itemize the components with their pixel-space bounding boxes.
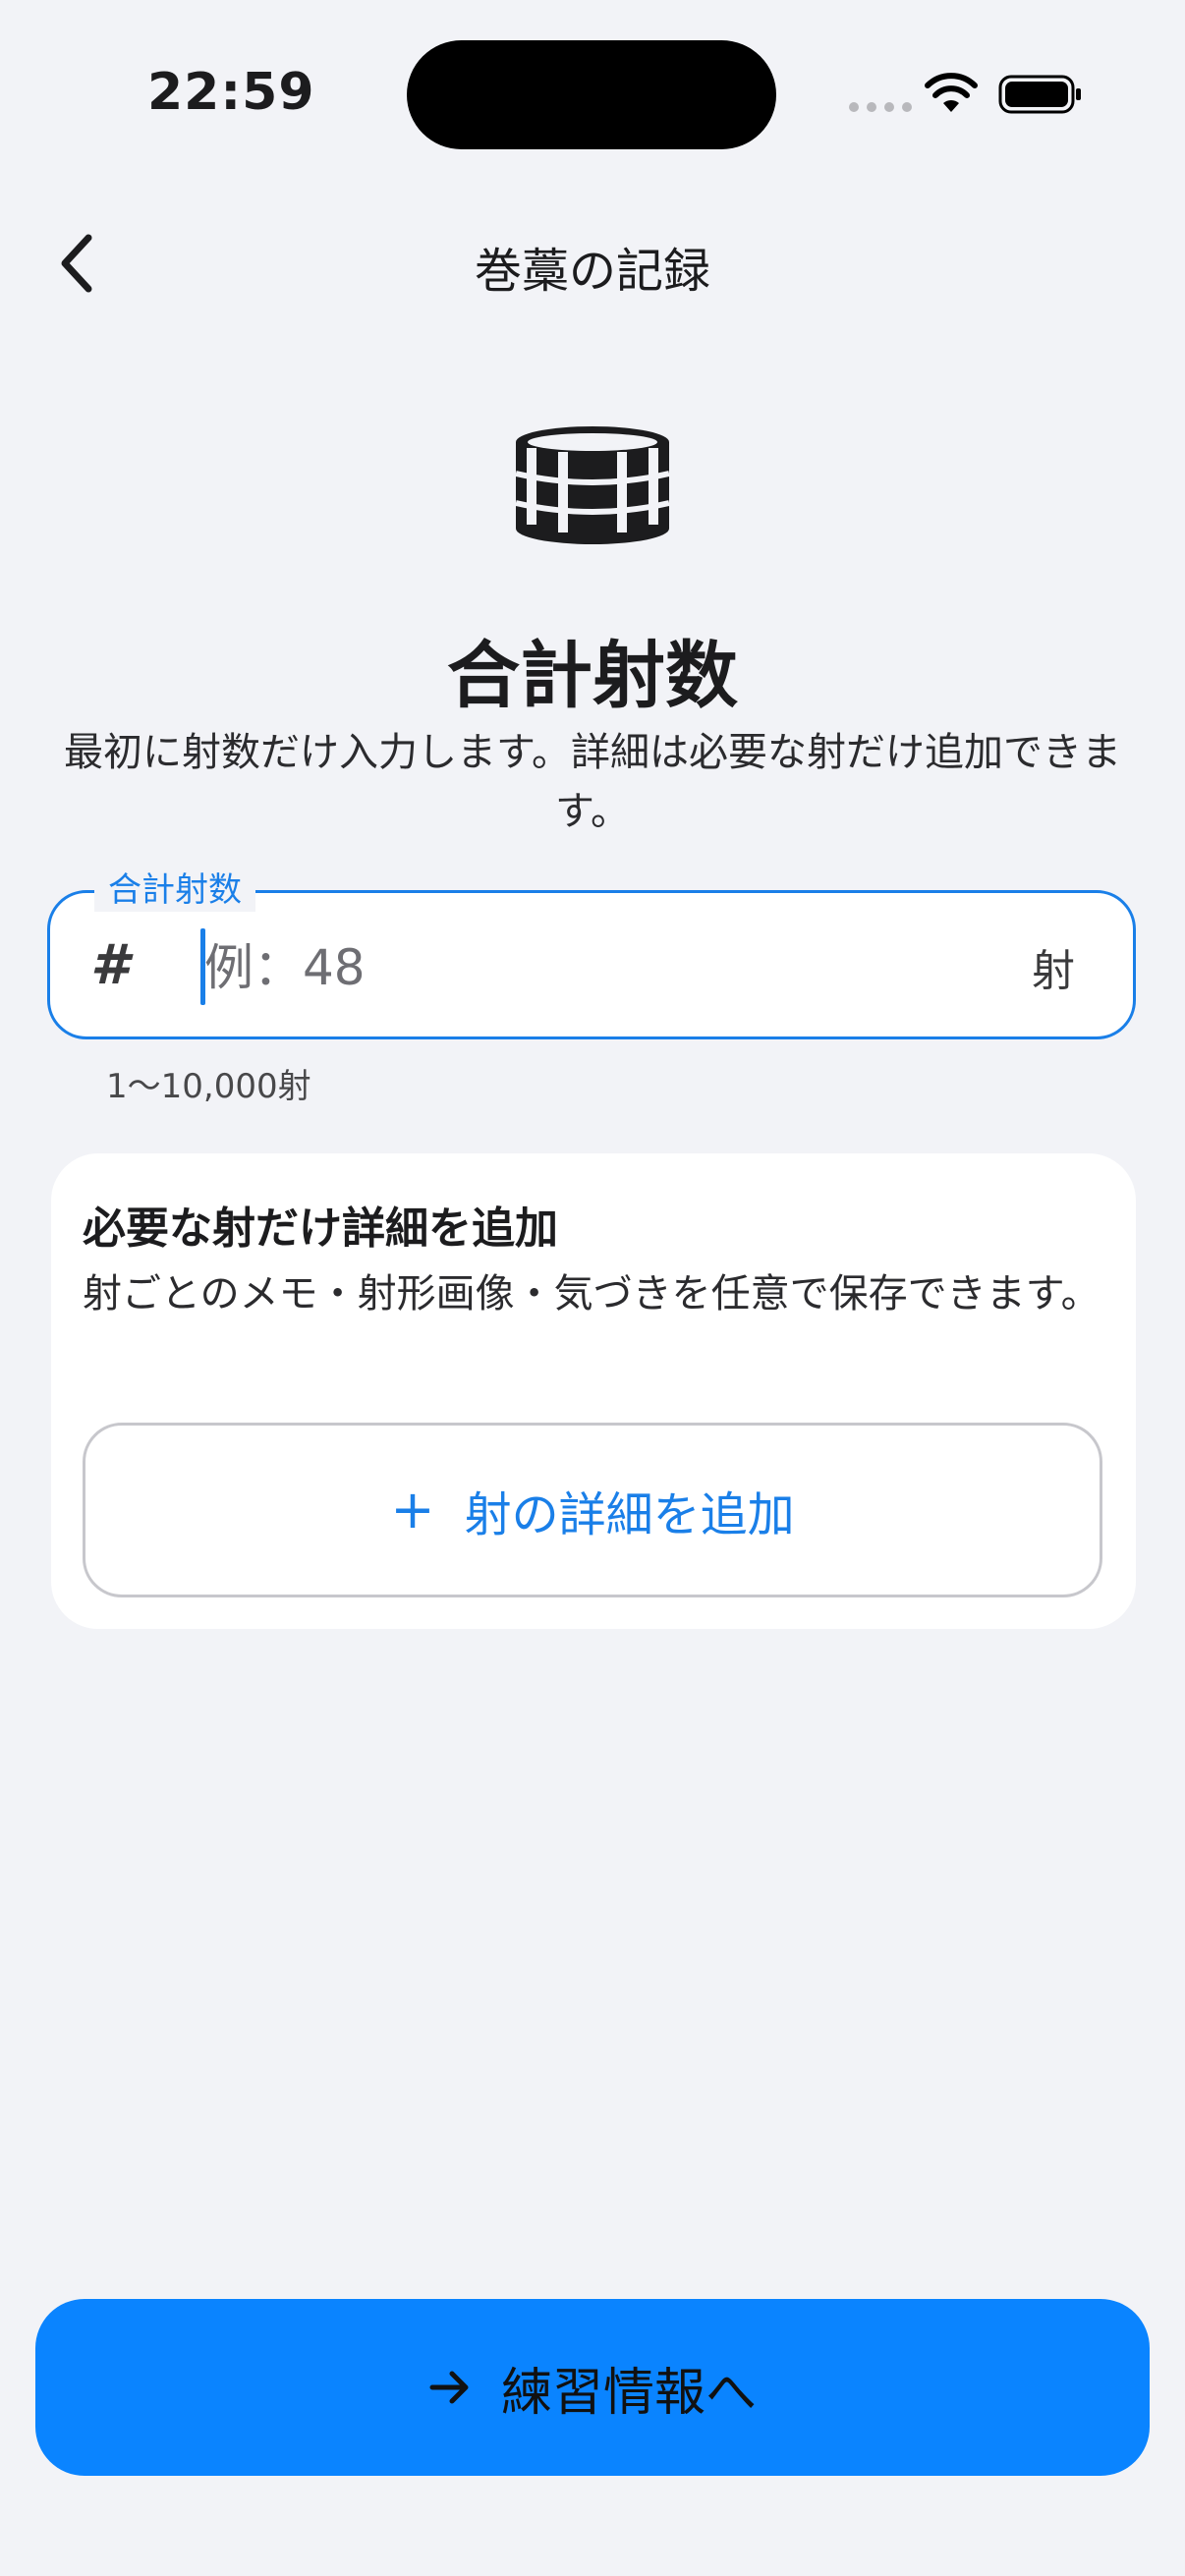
section-description: 最初に射数だけ入力します。詳細は必要な射だけ追加できます。 [64, 730, 1121, 834]
range-hint: 1〜10,000射 [106, 1067, 311, 1106]
page-title: 巻藁の記録 [474, 244, 710, 299]
makiwara-drum-icon [515, 426, 670, 544]
dynamic-island [407, 40, 776, 149]
wifi-icon [925, 73, 978, 112]
detail-card-description: 射ごとのメモ・射形画像・気づきを任意で保存できます。 [83, 1271, 1100, 1316]
plus-icon: + [390, 1479, 435, 1540]
hash-icon: # [90, 933, 129, 997]
status-time: 22:59 [147, 63, 315, 122]
add-shot-detail-label: 射の詳細を追加 [464, 1487, 795, 1542]
section-title: 合計射数 [447, 634, 738, 718]
shot-count-input[interactable] [204, 933, 951, 1002]
detail-card: 必要な射だけ詳細を追加 射ごとのメモ・射形画像・気づきを任意で保存できます。 +… [51, 1153, 1136, 1629]
next-practice-info-button[interactable]: 練習情報へ [35, 2299, 1150, 2476]
cellular-signal-icon [849, 102, 912, 112]
next-button-label: 練習情報へ [500, 2363, 757, 2423]
add-shot-detail-button[interactable]: + 射の詳細を追加 [83, 1423, 1102, 1597]
battery-icon [998, 75, 1081, 114]
detail-card-title: 必要な射だけ詳細を追加 [83, 1204, 558, 1254]
arrow-right-icon [429, 2371, 469, 2404]
unit-label: 射 [1032, 946, 1075, 996]
shot-count-label: 合計射数 [94, 868, 255, 912]
